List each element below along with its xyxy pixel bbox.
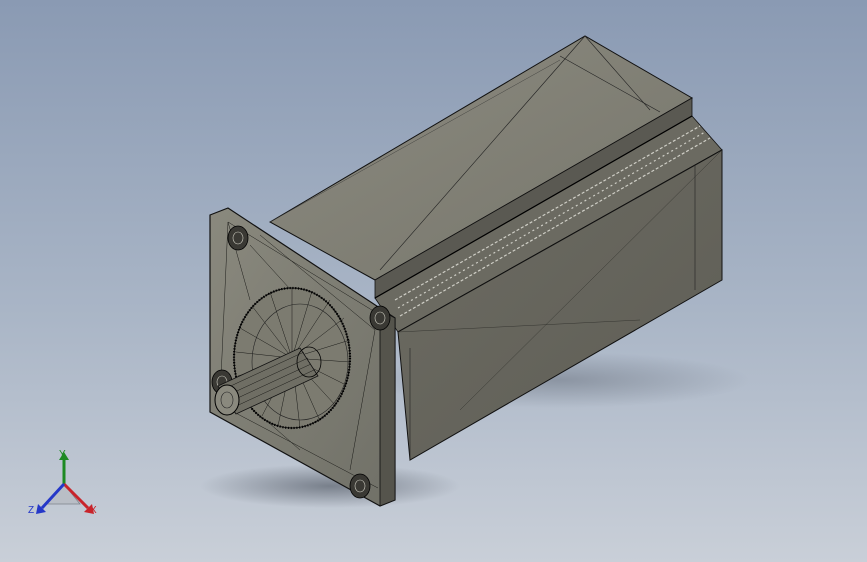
motor-model[interactable] xyxy=(0,0,867,562)
graphics-viewport[interactable]: Y Z X xyxy=(0,0,867,562)
view-orientation-triad: Y Z X xyxy=(28,448,104,522)
flange-edge xyxy=(379,309,396,507)
x-axis-label: X xyxy=(90,505,97,516)
z-axis-label: Z xyxy=(28,505,35,516)
y-axis-label: Y xyxy=(59,449,66,460)
